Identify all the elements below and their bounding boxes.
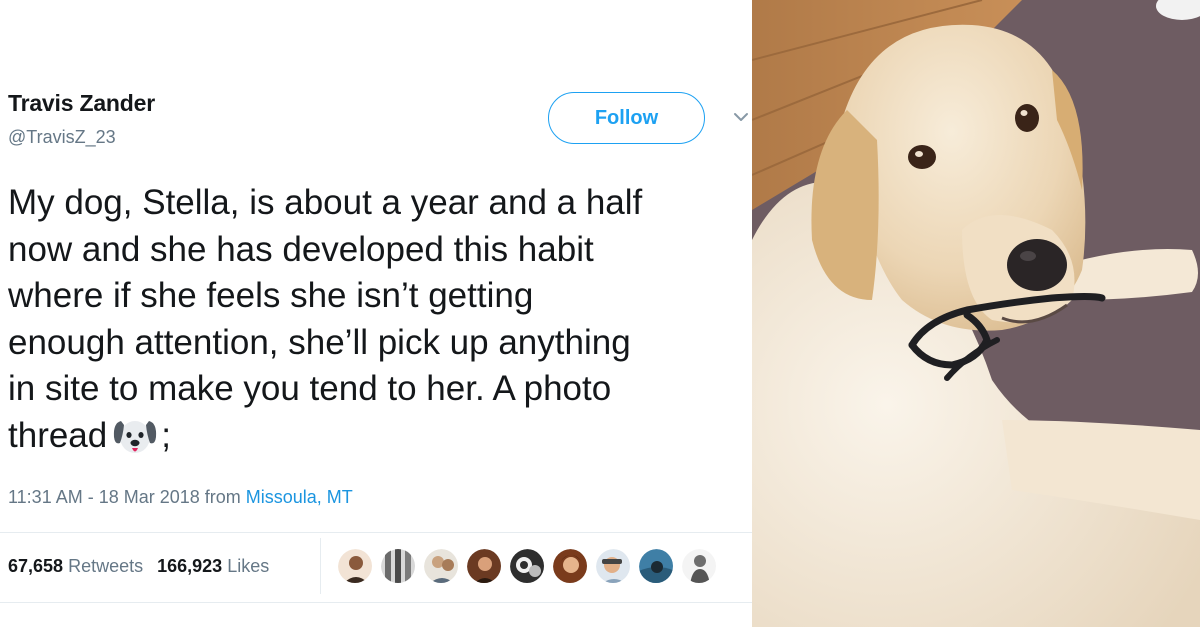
- follow-button[interactable]: Follow: [548, 92, 705, 144]
- avatar[interactable]: [423, 548, 459, 584]
- tweet-text-line: enough attention, she’ll pick up anythin…: [8, 322, 631, 362]
- dog-photo[interactable]: [752, 0, 1200, 627]
- tweet-card: Travis Zander @TravisZ_23 Follow My dog,…: [0, 0, 752, 627]
- tweet-text-line: now and she has developed this habit: [8, 229, 594, 269]
- tweet-text-line: where if she feels she isn’t getting: [8, 276, 534, 315]
- avatar[interactable]: [337, 548, 373, 584]
- timestamp-text[interactable]: 11:31 AM - 18 Mar 2018 from: [8, 487, 246, 507]
- retweets-count: 67,658: [8, 556, 64, 576]
- tweet-stats: 67,658 Retweets 166,923 Likes: [8, 556, 269, 577]
- tweet-text-line: in site to make you tend to her. A photo: [8, 369, 612, 408]
- tweet-text-word: ;: [161, 415, 171, 455]
- tweet-text: My dog, Stella, is about a year and a ha…: [8, 180, 752, 459]
- dog-face-icon: [114, 420, 157, 453]
- location-link[interactable]: Missoula, MT: [246, 487, 353, 507]
- tweet-timestamp: 11:31 AM - 18 Mar 2018 from Missoula, MT: [8, 487, 353, 508]
- display-name[interactable]: Travis Zander: [8, 90, 155, 117]
- dog-photo-image: [752, 0, 1200, 627]
- chevron-down-icon[interactable]: [732, 110, 750, 124]
- likes-stat[interactable]: 166,923 Likes: [157, 556, 269, 576]
- avatar[interactable]: [466, 548, 502, 584]
- likers-avatar-list: [337, 548, 717, 586]
- divider: [0, 532, 752, 533]
- tweet-text-line-last: thread ;: [8, 413, 752, 460]
- tweet-text-line: My dog, Stella, is about a year and a ha…: [8, 183, 643, 222]
- avatar[interactable]: [380, 548, 416, 584]
- avatar[interactable]: [595, 548, 631, 584]
- retweets-label: Retweets: [68, 556, 144, 576]
- divider: [0, 602, 752, 603]
- likes-count: 166,923: [157, 556, 223, 576]
- divider: [320, 538, 321, 594]
- retweets-stat[interactable]: 67,658 Retweets: [8, 556, 143, 576]
- tweet-text-word: thread: [8, 415, 108, 455]
- user-handle[interactable]: @TravisZ_23: [8, 127, 116, 148]
- avatar[interactable]: [681, 548, 717, 584]
- avatar[interactable]: [552, 548, 588, 584]
- avatar[interactable]: [638, 548, 674, 584]
- likes-label: Likes: [227, 556, 270, 576]
- avatar[interactable]: [509, 548, 545, 584]
